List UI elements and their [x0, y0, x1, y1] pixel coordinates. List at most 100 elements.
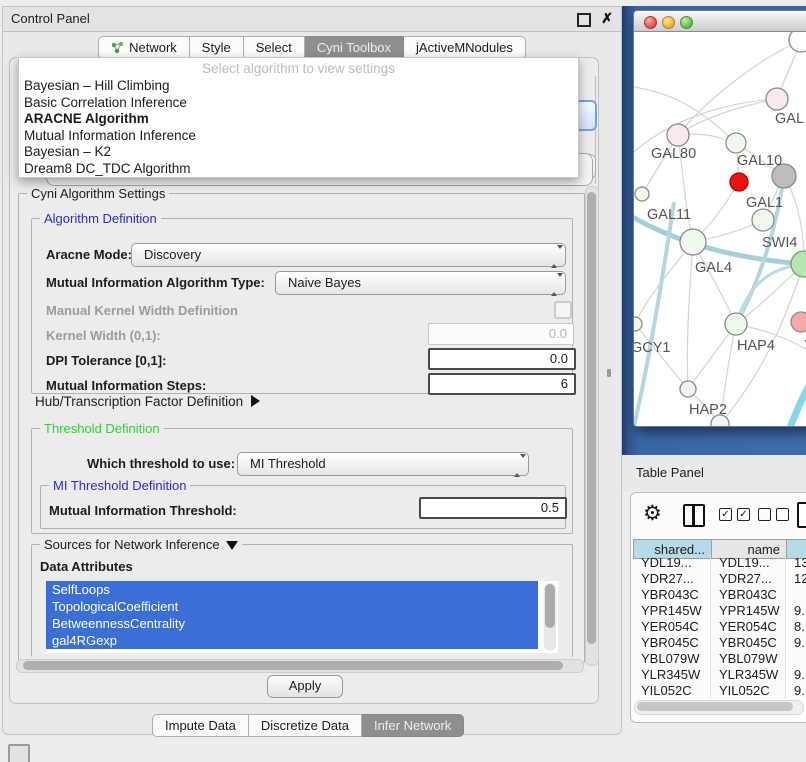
- table-cell[interactable]: 9.: [786, 603, 806, 619]
- algorithm-option[interactable]: Bayesian – Hill Climbing: [24, 78, 574, 95]
- network-node[interactable]: [635, 187, 649, 201]
- expand-arrow-icon[interactable]: [251, 395, 260, 407]
- data-attribute-item[interactable]: SelfLoops: [46, 581, 538, 598]
- table-cell[interactable]: 12: [786, 571, 806, 587]
- table-row[interactable]: YER054CYER054C8.: [633, 619, 806, 635]
- table-row[interactable]: YIL052CYIL052C9.: [633, 683, 806, 699]
- table-cell[interactable]: YPR145W: [711, 603, 786, 619]
- table-cell[interactable]: [786, 651, 806, 667]
- mi-steps-field[interactable]: 6: [428, 373, 576, 395]
- tab-jactivemnodules[interactable]: jActiveMNodules: [404, 36, 526, 59]
- table-cell[interactable]: 8.: [786, 619, 806, 635]
- inference-algorithm-combo-partial[interactable]: [576, 100, 597, 131]
- network-node[interactable]: [766, 88, 788, 110]
- settings-horizontal-scrollbar[interactable]: [16, 659, 584, 673]
- dpi-tolerance-field[interactable]: 0.0: [428, 348, 576, 370]
- data-attribute-item[interactable]: TopologicalCoefficient: [46, 598, 538, 615]
- table-cell[interactable]: 13: [786, 555, 806, 571]
- tab-select[interactable]: Select: [244, 36, 305, 59]
- data-attribute-item[interactable]: BetweennessCentrality: [46, 615, 538, 632]
- table-row[interactable]: YBL079WYBL079W: [633, 651, 806, 667]
- gear-icon[interactable]: ⚙: [643, 501, 662, 526]
- table-cell[interactable]: YDR27...: [633, 571, 711, 587]
- tab-style[interactable]: Style: [190, 36, 244, 59]
- data-attributes-list[interactable]: SelfLoopsTopologicalCoefficientBetweenne…: [46, 581, 558, 653]
- panel-divider-handle[interactable]: [607, 369, 611, 377]
- apply-button[interactable]: Apply: [267, 675, 343, 698]
- table-cell[interactable]: YPR145W: [633, 603, 711, 619]
- table-cell[interactable]: YDR27...: [711, 571, 786, 587]
- new-file-icon[interactable]: [797, 502, 806, 528]
- table-cell[interactable]: YBL079W: [711, 651, 786, 667]
- network-node[interactable]: [680, 381, 696, 397]
- table-row[interactable]: YDL19...YDL19...13: [633, 555, 806, 571]
- which-threshold-combo[interactable]: MI Threshold: [237, 452, 529, 476]
- table-cell[interactable]: 9.: [786, 667, 806, 683]
- list-scrollbar-thumb[interactable]: [545, 584, 555, 628]
- hub-transcription-factor-section[interactable]: Hub/Transcription Factor Definition: [35, 394, 260, 409]
- table-cell[interactable]: 9.: [786, 683, 806, 699]
- table-row[interactable]: YDR27...YDR27...12: [633, 571, 806, 587]
- tab-cyni-toolbox[interactable]: Cyni Toolbox: [305, 36, 404, 59]
- table-cell[interactable]: YLR345W: [711, 667, 786, 683]
- algorithm-option[interactable]: Dream8 DC_TDC Algorithm: [24, 161, 574, 178]
- table-cell[interactable]: [786, 587, 806, 603]
- table-row[interactable]: YBR045CYBR045C9.: [633, 635, 806, 651]
- network-node[interactable]: [789, 32, 806, 52]
- minimize-traffic-light-icon[interactable]: [662, 16, 675, 29]
- network-node[interactable]: [791, 312, 806, 332]
- tab-network[interactable]: Network: [98, 36, 190, 59]
- close-icon[interactable]: ✗: [601, 10, 613, 27]
- bottom-tab-impute-data[interactable]: Impute Data: [152, 714, 249, 737]
- table-row[interactable]: YPR145WYPR145W9.: [633, 603, 806, 619]
- mi-threshold-field[interactable]: 0.5: [419, 497, 567, 519]
- network-node[interactable]: [667, 124, 689, 146]
- table-cell[interactable]: YBL079W: [633, 651, 711, 667]
- table-row[interactable]: YLR345WYLR345W9.: [633, 667, 806, 683]
- collapse-arrow-icon[interactable]: [226, 541, 238, 550]
- deselect-all-icon[interactable]: [758, 508, 789, 521]
- minimized-panel-icon[interactable]: [8, 744, 30, 762]
- algorithm-option[interactable]: Basic Correlation Inference: [24, 95, 574, 112]
- table-cell[interactable]: YBR043C: [633, 587, 711, 603]
- table-cell[interactable]: YDL19...: [711, 555, 786, 571]
- network-node[interactable]: [634, 317, 642, 331]
- table-cell[interactable]: 9.: [786, 635, 806, 651]
- aracne-mode-combo[interactable]: Discovery: [131, 243, 566, 267]
- network-node[interactable]: [730, 173, 748, 191]
- network-canvas[interactable]: GALGAL80GAL10GAL1GAL11SWI4GAL4GCY1HAP4YH…: [634, 32, 806, 426]
- columns-icon[interactable]: [683, 504, 705, 527]
- table-cell[interactable]: YBR045C: [711, 635, 786, 651]
- select-all-icon[interactable]: ✓✓: [719, 508, 750, 521]
- table-cell[interactable]: YIL052C: [633, 683, 711, 699]
- table-cell[interactable]: YER054C: [711, 619, 786, 635]
- network-window-titlebar[interactable]: [634, 11, 806, 32]
- network-node[interactable]: [752, 209, 774, 231]
- network-node[interactable]: [680, 229, 706, 255]
- algorithm-option[interactable]: Bayesian – K2: [24, 144, 574, 161]
- list-scrollbar[interactable]: [544, 583, 556, 651]
- settings-vscroll-thumb[interactable]: [587, 192, 596, 644]
- table-cell[interactable]: YLR345W: [633, 667, 711, 683]
- float-window-icon[interactable]: [577, 13, 591, 27]
- table-hscroll-thumb[interactable]: [637, 702, 793, 711]
- network-node[interactable]: [726, 133, 746, 153]
- table-row[interactable]: YBR043CYBR043C: [633, 587, 806, 603]
- settings-vertical-scrollbar[interactable]: [585, 186, 599, 666]
- table-cell[interactable]: YBR045C: [633, 635, 711, 651]
- algorithm-option[interactable]: ARACNE Algorithm: [24, 111, 574, 128]
- table-cell[interactable]: YBR043C: [711, 587, 786, 603]
- mi-type-combo[interactable]: Naive Bayes: [275, 271, 566, 295]
- table-cell[interactable]: YER054C: [633, 619, 711, 635]
- table-horizontal-scrollbar[interactable]: [634, 700, 804, 715]
- bottom-tab-discretize-data[interactable]: Discretize Data: [249, 714, 362, 737]
- table-cell[interactable]: YDL19...: [633, 555, 711, 571]
- close-traffic-light-icon[interactable]: [644, 16, 657, 29]
- data-attribute-item[interactable]: gal4RGexp: [46, 632, 538, 649]
- zoom-traffic-light-icon[interactable]: [680, 16, 693, 29]
- settings-hscroll-thumb[interactable]: [23, 661, 563, 670]
- algorithm-option[interactable]: Mutual Information Inference: [24, 128, 574, 145]
- network-node[interactable]: [725, 313, 747, 335]
- bottom-tab-infer-network[interactable]: Infer Network: [362, 714, 464, 737]
- table-cell[interactable]: YIL052C: [711, 683, 786, 699]
